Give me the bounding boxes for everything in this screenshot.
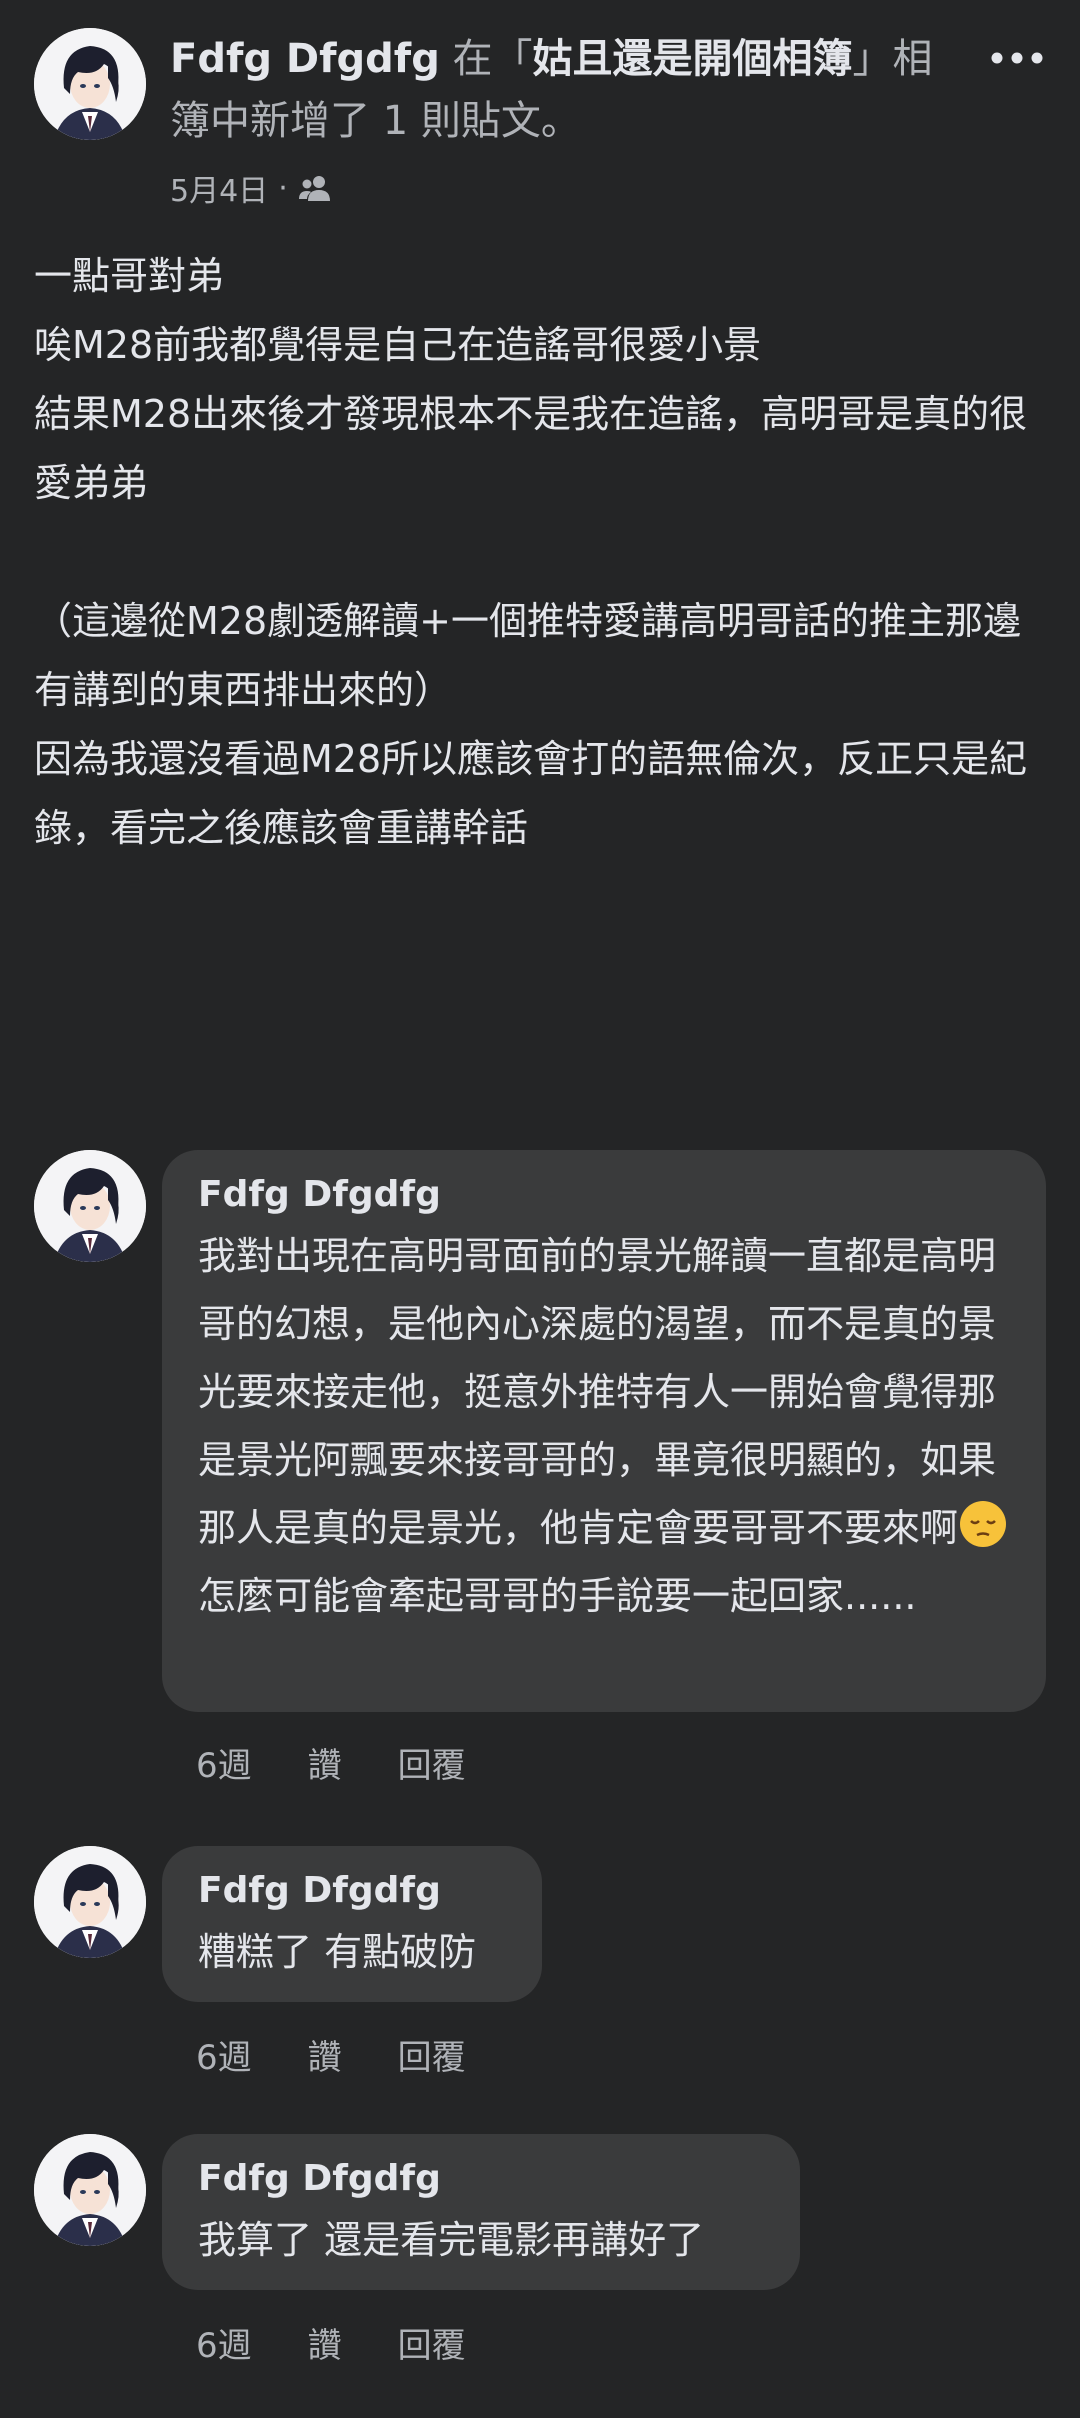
comment: Fdfg Dfgdfg 我算了 還是看完電影再講好了 6週 讚 回覆 xyxy=(0,2134,1080,2367)
avatar-illustration xyxy=(34,28,146,140)
more-options-icon xyxy=(991,52,1043,64)
post-body-line: 結果M28出來後才發現根本不是我在造謠，高明哥是真的很愛弟弟 xyxy=(34,392,1028,505)
comment-bubble[interactable]: Fdfg Dfgdfg 我算了 還是看完電影再講好了 xyxy=(162,2134,800,2290)
post-headline: Fdfg Dfgdfg 在「姑且還是開個相簿」相簿中新增了 1 則貼文。 xyxy=(170,28,960,152)
comment-author[interactable]: Fdfg Dfgdfg xyxy=(198,1168,1010,1222)
comment-actions: 6週 讚 回覆 xyxy=(196,1738,466,1787)
pensive-face-emoji xyxy=(960,1501,1007,1547)
comment-text: 我對出現在高明哥面前的景光解讀一直都是高明哥的幻想，是他內心深處的渴望，而不是真… xyxy=(198,1222,1010,1630)
comment-text: 我算了 還是看完電影再講好了 xyxy=(198,2218,705,2262)
post-body: 一點哥對弟 唉M28前我都覺得是自己在造謠哥很愛小景 結果M28出來後才發現根本… xyxy=(34,242,1044,863)
reply-button[interactable]: 回覆 xyxy=(398,2318,466,2367)
avatar-illustration xyxy=(34,1150,146,1262)
post-body-line: （這邊從M28劇透解讀+一個推特愛講高明哥話的推主那邊有講到的東西排出來的） xyxy=(34,599,1021,712)
post-header: Fdfg Dfgdfg 在「姑且還是開個相簿」相簿中新增了 1 則貼文。 5月4… xyxy=(0,0,1080,220)
post-body-line: 唉M28前我都覺得是自己在造謠哥很愛小景 xyxy=(34,323,762,367)
like-button[interactable]: 讚 xyxy=(308,2318,342,2367)
comment-author[interactable]: Fdfg Dfgdfg xyxy=(198,2152,764,2206)
comment-author[interactable]: Fdfg Dfgdfg xyxy=(198,1864,506,1918)
post-body-blank-line xyxy=(34,518,1044,587)
comment: Fdfg Dfgdfg 糟糕了 有點破防 6週 讚 回覆 xyxy=(0,1846,1080,2079)
comment-time[interactable]: 6週 xyxy=(196,2030,252,2079)
avatar-illustration xyxy=(34,2134,146,2246)
friends-icon xyxy=(298,176,330,201)
avatar-illustration xyxy=(34,1846,146,1958)
comment-bubble[interactable]: Fdfg Dfgdfg 我對出現在高明哥面前的景光解讀一直都是高明哥的幻想，是他… xyxy=(162,1150,1046,1712)
like-button[interactable]: 讚 xyxy=(308,1738,342,1787)
comment-avatar[interactable] xyxy=(34,2134,146,2246)
author-avatar[interactable] xyxy=(34,28,146,140)
comment-time[interactable]: 6週 xyxy=(196,1738,252,1787)
comment-time[interactable]: 6週 xyxy=(196,2318,252,2367)
comment-text-part: 我對出現在高明哥面前的景光解讀一直都是高明哥的幻想，是他內心深處的渴望，而不是真… xyxy=(198,1234,997,1550)
comment-actions: 6週 讚 回覆 xyxy=(196,2318,466,2367)
comment-avatar[interactable] xyxy=(34,1150,146,1262)
post-date[interactable]: 5月4日 xyxy=(170,166,268,210)
comment-text-part: 怎麼可能會牽起哥哥的手說要一起回家...... xyxy=(198,1574,917,1618)
comment-text: 糟糕了 有點破防 xyxy=(198,1930,477,1974)
reply-button[interactable]: 回覆 xyxy=(398,1738,466,1787)
like-button[interactable]: 讚 xyxy=(308,2030,342,2079)
post-body-line: 一點哥對弟 xyxy=(34,254,225,298)
comment-actions: 6週 讚 回覆 xyxy=(196,2030,466,2079)
reply-button[interactable]: 回覆 xyxy=(398,2030,466,2079)
comment-avatar[interactable] xyxy=(34,1846,146,1958)
post-author-name[interactable]: Fdfg Dfgdfg xyxy=(170,36,440,82)
meta-separator: · xyxy=(278,170,288,206)
post-meta: 5月4日 · xyxy=(170,166,332,210)
more-options-button[interactable] xyxy=(982,30,1052,80)
comment: Fdfg Dfgdfg 我對出現在高明哥面前的景光解讀一直都是高明哥的幻想，是他… xyxy=(0,1150,1080,1800)
album-link[interactable]: 姑且還是開個相簿 xyxy=(533,36,853,82)
comment-bubble[interactable]: Fdfg Dfgdfg 糟糕了 有點破防 xyxy=(162,1846,542,2002)
post-body-line: 因為我還沒看過M28所以應該會打的語無倫次，反正只是紀錄，看完之後應該會重講幹話 xyxy=(34,737,1028,850)
post-action-prefix: 在「 xyxy=(439,36,533,82)
